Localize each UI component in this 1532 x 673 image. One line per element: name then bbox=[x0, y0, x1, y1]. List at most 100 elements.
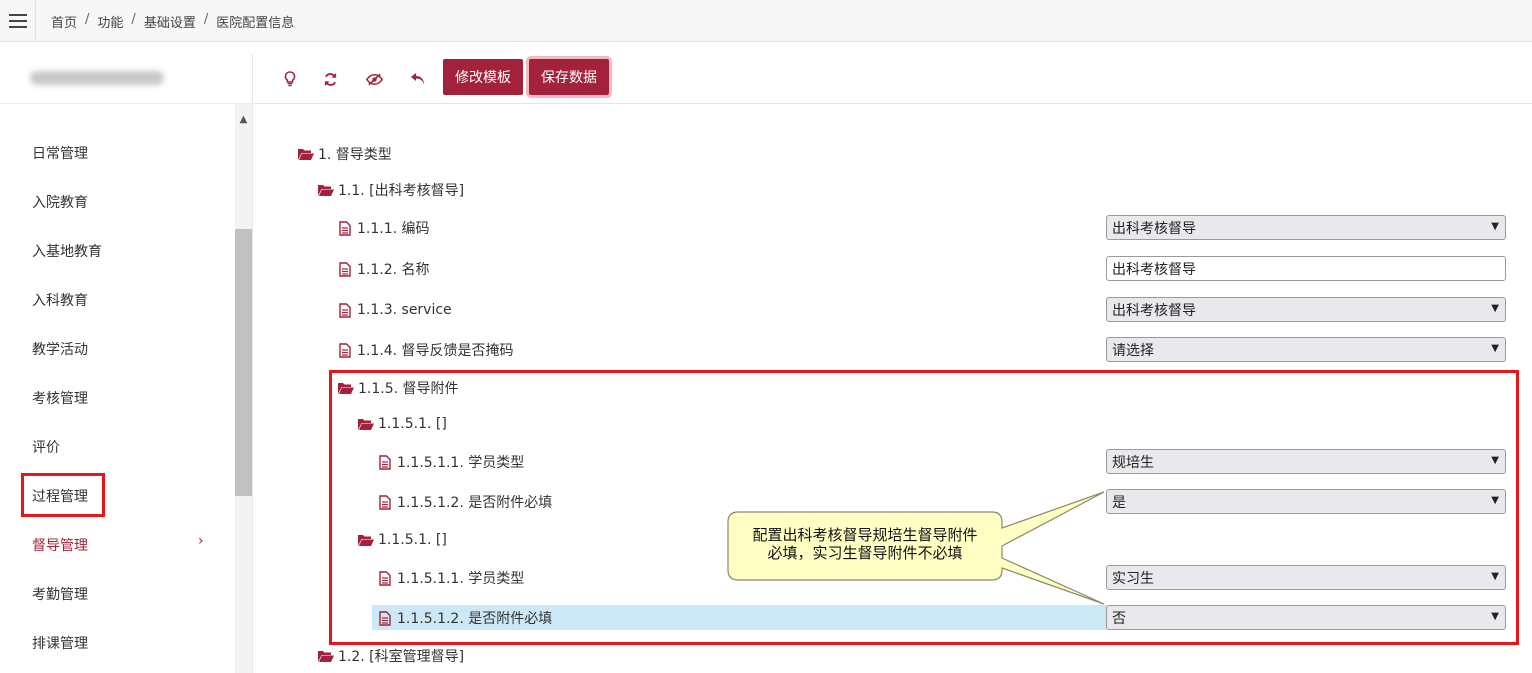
sidebar-item-teaching[interactable]: 教学活动 bbox=[0, 324, 235, 373]
attachment-required-select-1[interactable]: 是 ▼ bbox=[1106, 489, 1506, 514]
breadcrumb-item-home[interactable]: 首页 bbox=[51, 12, 77, 31]
tree-node-folder[interactable]: 1. 督导类型 bbox=[298, 142, 392, 166]
select-value: 出科考核督导 bbox=[1112, 220, 1196, 237]
tree-node-label: 1.1.5.1.2. 是否附件必填 bbox=[397, 611, 553, 627]
save-data-button[interactable]: 保存数据 bbox=[529, 59, 609, 95]
attachment-required-select-2[interactable]: 否 ▼ bbox=[1106, 605, 1506, 630]
breadcrumb-item-settings[interactable]: 基础设置 bbox=[144, 12, 196, 31]
tree-node-leaf[interactable]: 1.1.3. service bbox=[337, 298, 452, 322]
chevron-down-icon: ▼ bbox=[1491, 611, 1499, 622]
tree-node-folder[interactable]: 1.1.5.1. [] bbox=[358, 412, 447, 436]
sidebar: ▲ 日常管理 入院教育 入基地教育 入科教育 教学活动 考核管理 评价 过程管理… bbox=[0, 54, 253, 673]
folder-open-icon bbox=[318, 649, 334, 663]
hide-icon[interactable] bbox=[362, 67, 386, 91]
blurred-hospital-name bbox=[30, 71, 164, 85]
breadcrumb-item-function[interactable]: 功能 bbox=[97, 12, 123, 31]
sidebar-item-base-edu[interactable]: 入基地教育 bbox=[0, 226, 235, 275]
sidebar-brand bbox=[0, 54, 252, 104]
folder-open-icon bbox=[338, 381, 354, 395]
tree-node-label: 1.1.3. service bbox=[357, 302, 452, 318]
breadcrumb-separator: / bbox=[131, 12, 136, 27]
sidebar-item-supervision[interactable]: 督导管理 › bbox=[0, 520, 235, 569]
callout-line-2: 必填，实习生督导附件不必填 bbox=[767, 544, 963, 562]
tree-node-leaf[interactable]: 1.1.5.1.1. 学员类型 bbox=[377, 450, 524, 474]
tree-node-folder[interactable]: 1.1. [出科考核督导] bbox=[318, 178, 464, 202]
select-value: 规培生 bbox=[1112, 454, 1154, 471]
sidebar-item-label: 入基地教育 bbox=[32, 243, 102, 260]
edit-template-button[interactable]: 修改模板 bbox=[443, 59, 523, 95]
sidebar-scrollbar-thumb[interactable] bbox=[235, 229, 252, 496]
tree-node-folder[interactable]: 1.1.5. 督导附件 bbox=[338, 376, 459, 400]
sidebar-item-evaluation[interactable]: 评价 bbox=[0, 422, 235, 471]
sidebar-item-daily[interactable]: 日常管理 bbox=[0, 128, 235, 177]
tree-node-leaf[interactable]: 1.1.5.1.2. 是否附件必填 bbox=[377, 490, 552, 514]
breadcrumb-separator: / bbox=[85, 12, 90, 27]
sidebar-item-label: 日常管理 bbox=[32, 145, 88, 162]
scroll-up-icon[interactable]: ▲ bbox=[235, 112, 252, 126]
breadcrumb-separator: / bbox=[203, 12, 209, 27]
feedback-mask-select[interactable]: 请选择 ▼ bbox=[1106, 337, 1506, 362]
sidebar-menu: 日常管理 入院教育 入基地教育 入科教育 教学活动 考核管理 评价 过程管理 督… bbox=[0, 128, 235, 667]
service-select[interactable]: 出科考核督导 ▼ bbox=[1106, 297, 1506, 322]
chevron-down-icon: ▼ bbox=[1491, 221, 1499, 232]
name-input[interactable]: 出科考核督导 bbox=[1106, 256, 1506, 281]
chevron-down-icon: ▼ bbox=[1491, 303, 1499, 314]
chevron-down-icon: ▼ bbox=[1491, 455, 1499, 466]
refresh-icon[interactable] bbox=[318, 67, 342, 91]
tree-node-leaf-selected[interactable]: 1.1.5.1.2. 是否附件必填 bbox=[377, 606, 552, 630]
tree-node-leaf[interactable]: 1.1.4. 督导反馈是否掩码 bbox=[337, 338, 514, 362]
breadcrumb: 首页 / 功能 / 基础设置 / 医院配置信息 bbox=[51, 12, 294, 31]
student-type-select-2[interactable]: 实习生 ▼ bbox=[1106, 565, 1506, 590]
tree-node-folder[interactable]: 1.1.5.1. [] bbox=[358, 528, 447, 552]
sidebar-item-label: 排课管理 bbox=[32, 635, 88, 652]
tree-node-label: 1.1.5.1. [] bbox=[378, 532, 447, 548]
tree-node-leaf[interactable]: 1.1.5.1.1. 学员类型 bbox=[377, 566, 524, 590]
breadcrumb-item-current: 医院配置信息 bbox=[216, 16, 295, 31]
tree-node-label: 1.1.5. 督导附件 bbox=[358, 381, 459, 397]
sidebar-item-exam[interactable]: 考核管理 bbox=[0, 373, 235, 422]
sidebar-item-label: 入科教育 bbox=[32, 292, 88, 309]
callout-line-1: 配置出科考核督导规培生督导附件 bbox=[752, 526, 978, 544]
top-bar: 首页 / 功能 / 基础设置 / 医院配置信息 bbox=[0, 0, 1532, 42]
tree-node-label: 1.1.1. 编码 bbox=[357, 221, 430, 237]
tree-node-label: 1.2. [科室管理督导] bbox=[338, 649, 465, 665]
sidebar-item-admission-edu[interactable]: 入院教育 bbox=[0, 177, 235, 226]
sidebar-item-label: 督导管理 bbox=[32, 537, 88, 554]
tree-node-label: 1.1.5.1.1. 学员类型 bbox=[397, 571, 525, 587]
tree-node-leaf[interactable]: 1.1.2. 名称 bbox=[337, 257, 430, 281]
select-value: 否 bbox=[1112, 610, 1126, 627]
tree-node-label: 1.1. [出科考核督导] bbox=[338, 183, 465, 199]
sidebar-item-attendance[interactable]: 考勤管理 bbox=[0, 569, 235, 618]
undo-icon[interactable] bbox=[406, 67, 430, 91]
tree-node-label: 1.1.2. 名称 bbox=[357, 262, 430, 278]
chevron-down-icon: ▼ bbox=[1491, 343, 1499, 354]
menu-toggle-icon[interactable] bbox=[0, 0, 36, 42]
file-icon bbox=[337, 261, 353, 277]
tree-node-label: 1.1.5.1.2. 是否附件必填 bbox=[397, 495, 553, 511]
tree-node-label: 1.1.5.1.1. 学员类型 bbox=[397, 455, 525, 471]
tree-node-folder[interactable]: 1.2. [科室管理督导] bbox=[318, 644, 464, 668]
tree-node-label: 1.1.5.1. [] bbox=[378, 416, 447, 432]
code-select[interactable]: 出科考核督导 ▼ bbox=[1106, 215, 1506, 240]
input-value: 出科考核督导 bbox=[1112, 261, 1196, 278]
tree-node-label: 1.1.4. 督导反馈是否掩码 bbox=[357, 343, 514, 359]
sidebar-item-label: 入院教育 bbox=[32, 194, 88, 211]
file-icon bbox=[337, 342, 353, 358]
tree-node-label: 1. 督导类型 bbox=[318, 147, 392, 163]
file-icon bbox=[377, 610, 393, 626]
folder-open-icon bbox=[358, 417, 374, 431]
select-value: 是 bbox=[1112, 494, 1126, 511]
file-icon bbox=[377, 494, 393, 510]
select-value: 出科考核督导 bbox=[1112, 302, 1196, 319]
sidebar-item-scheduling[interactable]: 排课管理 bbox=[0, 618, 235, 667]
lightbulb-icon[interactable] bbox=[278, 67, 302, 91]
chevron-down-icon: ▼ bbox=[1491, 571, 1499, 582]
student-type-select-1[interactable]: 规培生 ▼ bbox=[1106, 449, 1506, 474]
sidebar-item-dept-edu[interactable]: 入科教育 bbox=[0, 275, 235, 324]
file-icon bbox=[377, 570, 393, 586]
tree-node-leaf[interactable]: 1.1.1. 编码 bbox=[337, 216, 430, 240]
folder-open-icon bbox=[298, 147, 314, 161]
sidebar-item-label: 评价 bbox=[32, 439, 60, 456]
sidebar-item-label: 考核管理 bbox=[32, 390, 88, 407]
chevron-down-icon: ▼ bbox=[1491, 495, 1499, 506]
